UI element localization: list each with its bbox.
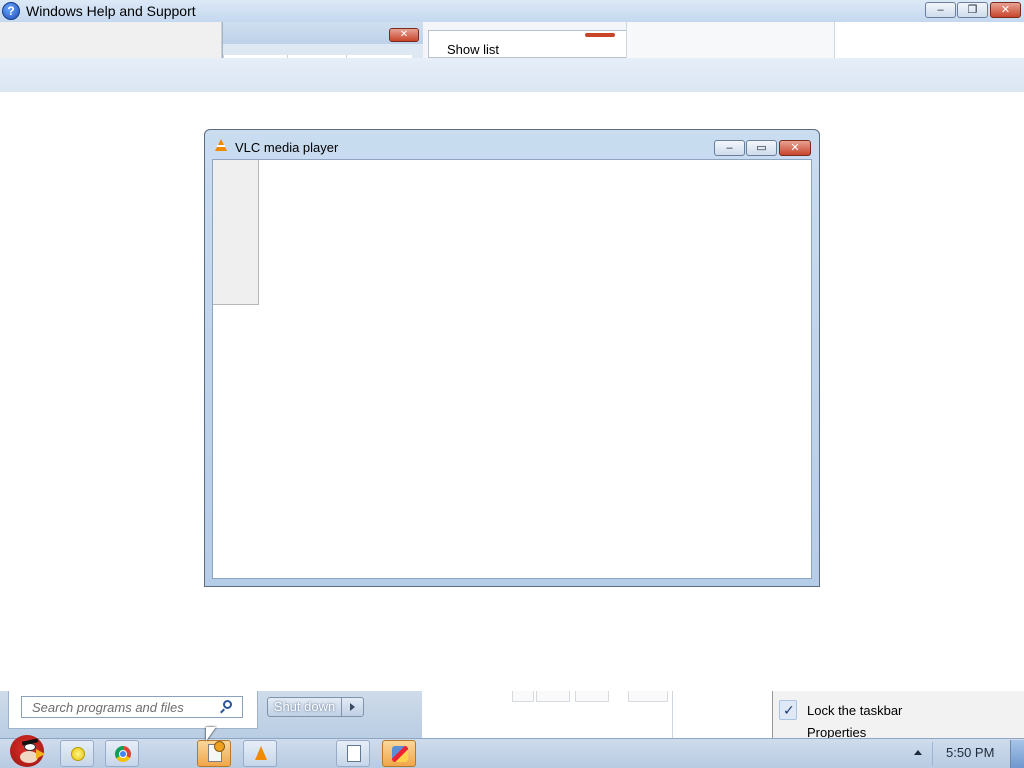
background-window-strip-right — [672, 691, 773, 738]
help-close-button[interactable]: ✕ — [990, 2, 1021, 18]
help-restore-button[interactable]: ❐ — [957, 2, 988, 18]
vlc-titlebar[interactable]: VLC media player ‒ ▭ ✕ — [205, 130, 819, 159]
lock-taskbar-check-icon: ✓ — [779, 700, 797, 720]
paint-icon — [392, 746, 408, 762]
help-support-window: ? Windows Help and Support ‒ ❐ ✕ ✕ Show … — [0, 0, 1024, 92]
menu-item-lock-taskbar[interactable]: Lock the taskbar — [807, 703, 902, 718]
vlc-window: VLC media player ‒ ▭ ✕ — [204, 129, 820, 587]
vlc-cone-icon — [255, 746, 267, 760]
inner-dialog-window: ✕ — [222, 22, 423, 58]
vlc-maximize-button[interactable]: ▭ — [746, 140, 777, 156]
vlc-side-panel — [213, 160, 259, 305]
taskbar-button-sun-app[interactable] — [60, 740, 94, 767]
show-list-button[interactable]: Show list — [447, 42, 499, 57]
show-desktop-button[interactable] — [1010, 740, 1024, 768]
vlc-video-area[interactable] — [212, 159, 812, 579]
background-box — [628, 691, 668, 702]
taskbar-button-active-document[interactable] — [197, 740, 231, 767]
background-box — [536, 691, 570, 702]
taskbar-button-notepad[interactable] — [336, 740, 370, 767]
show-hidden-icons-button[interactable] — [914, 750, 922, 755]
vlc-minimize-button[interactable]: ‒ — [714, 140, 745, 156]
inner-dialog-close-button[interactable]: ✕ — [389, 28, 419, 42]
search-icon[interactable] — [223, 700, 232, 709]
document-badge-icon — [214, 741, 225, 752]
help-titlebar[interactable]: ? Windows Help and Support ‒ ❐ ✕ — [0, 0, 1024, 23]
taskbar-clock[interactable]: 5:50 PM — [946, 745, 994, 760]
vlc-cone-stripe — [217, 145, 225, 147]
help-right-pane-2 — [834, 22, 1024, 58]
taskbar-context-menu: ✓ Lock the taskbar Properties — [772, 691, 1024, 740]
list-pane-close-edge[interactable] — [585, 33, 615, 37]
help-right-pane — [626, 22, 835, 58]
chrome-icon-center — [119, 750, 127, 758]
mouse-cursor-icon — [206, 727, 216, 741]
shutdown-options-button[interactable] — [342, 697, 364, 717]
sun-icon — [71, 747, 85, 761]
vlc-window-title: VLC media player — [235, 140, 339, 155]
taskbar-button-chrome[interactable] — [105, 740, 139, 767]
help-left-pane — [0, 22, 222, 58]
background-box — [512, 691, 534, 702]
help-icon: ? — [2, 2, 20, 20]
help-toolbar-band — [0, 58, 1024, 92]
help-window-title: Windows Help and Support — [26, 3, 196, 19]
shutdown-button[interactable]: Shut down — [267, 697, 342, 717]
background-box — [575, 691, 609, 702]
taskbar-button-paint[interactable] — [382, 740, 416, 767]
vlc-close-button[interactable]: ✕ — [779, 140, 811, 156]
start-button[interactable] — [6, 731, 48, 768]
taskbar — [0, 738, 1024, 768]
start-search-input[interactable] — [21, 696, 243, 718]
bird-beak — [36, 749, 45, 759]
taskbar-button-vlc[interactable] — [243, 740, 277, 767]
tray-divider — [932, 742, 933, 766]
chevron-right-icon — [350, 703, 355, 711]
help-minimize-button[interactable]: ‒ — [925, 2, 956, 18]
notepad-icon — [347, 745, 361, 762]
